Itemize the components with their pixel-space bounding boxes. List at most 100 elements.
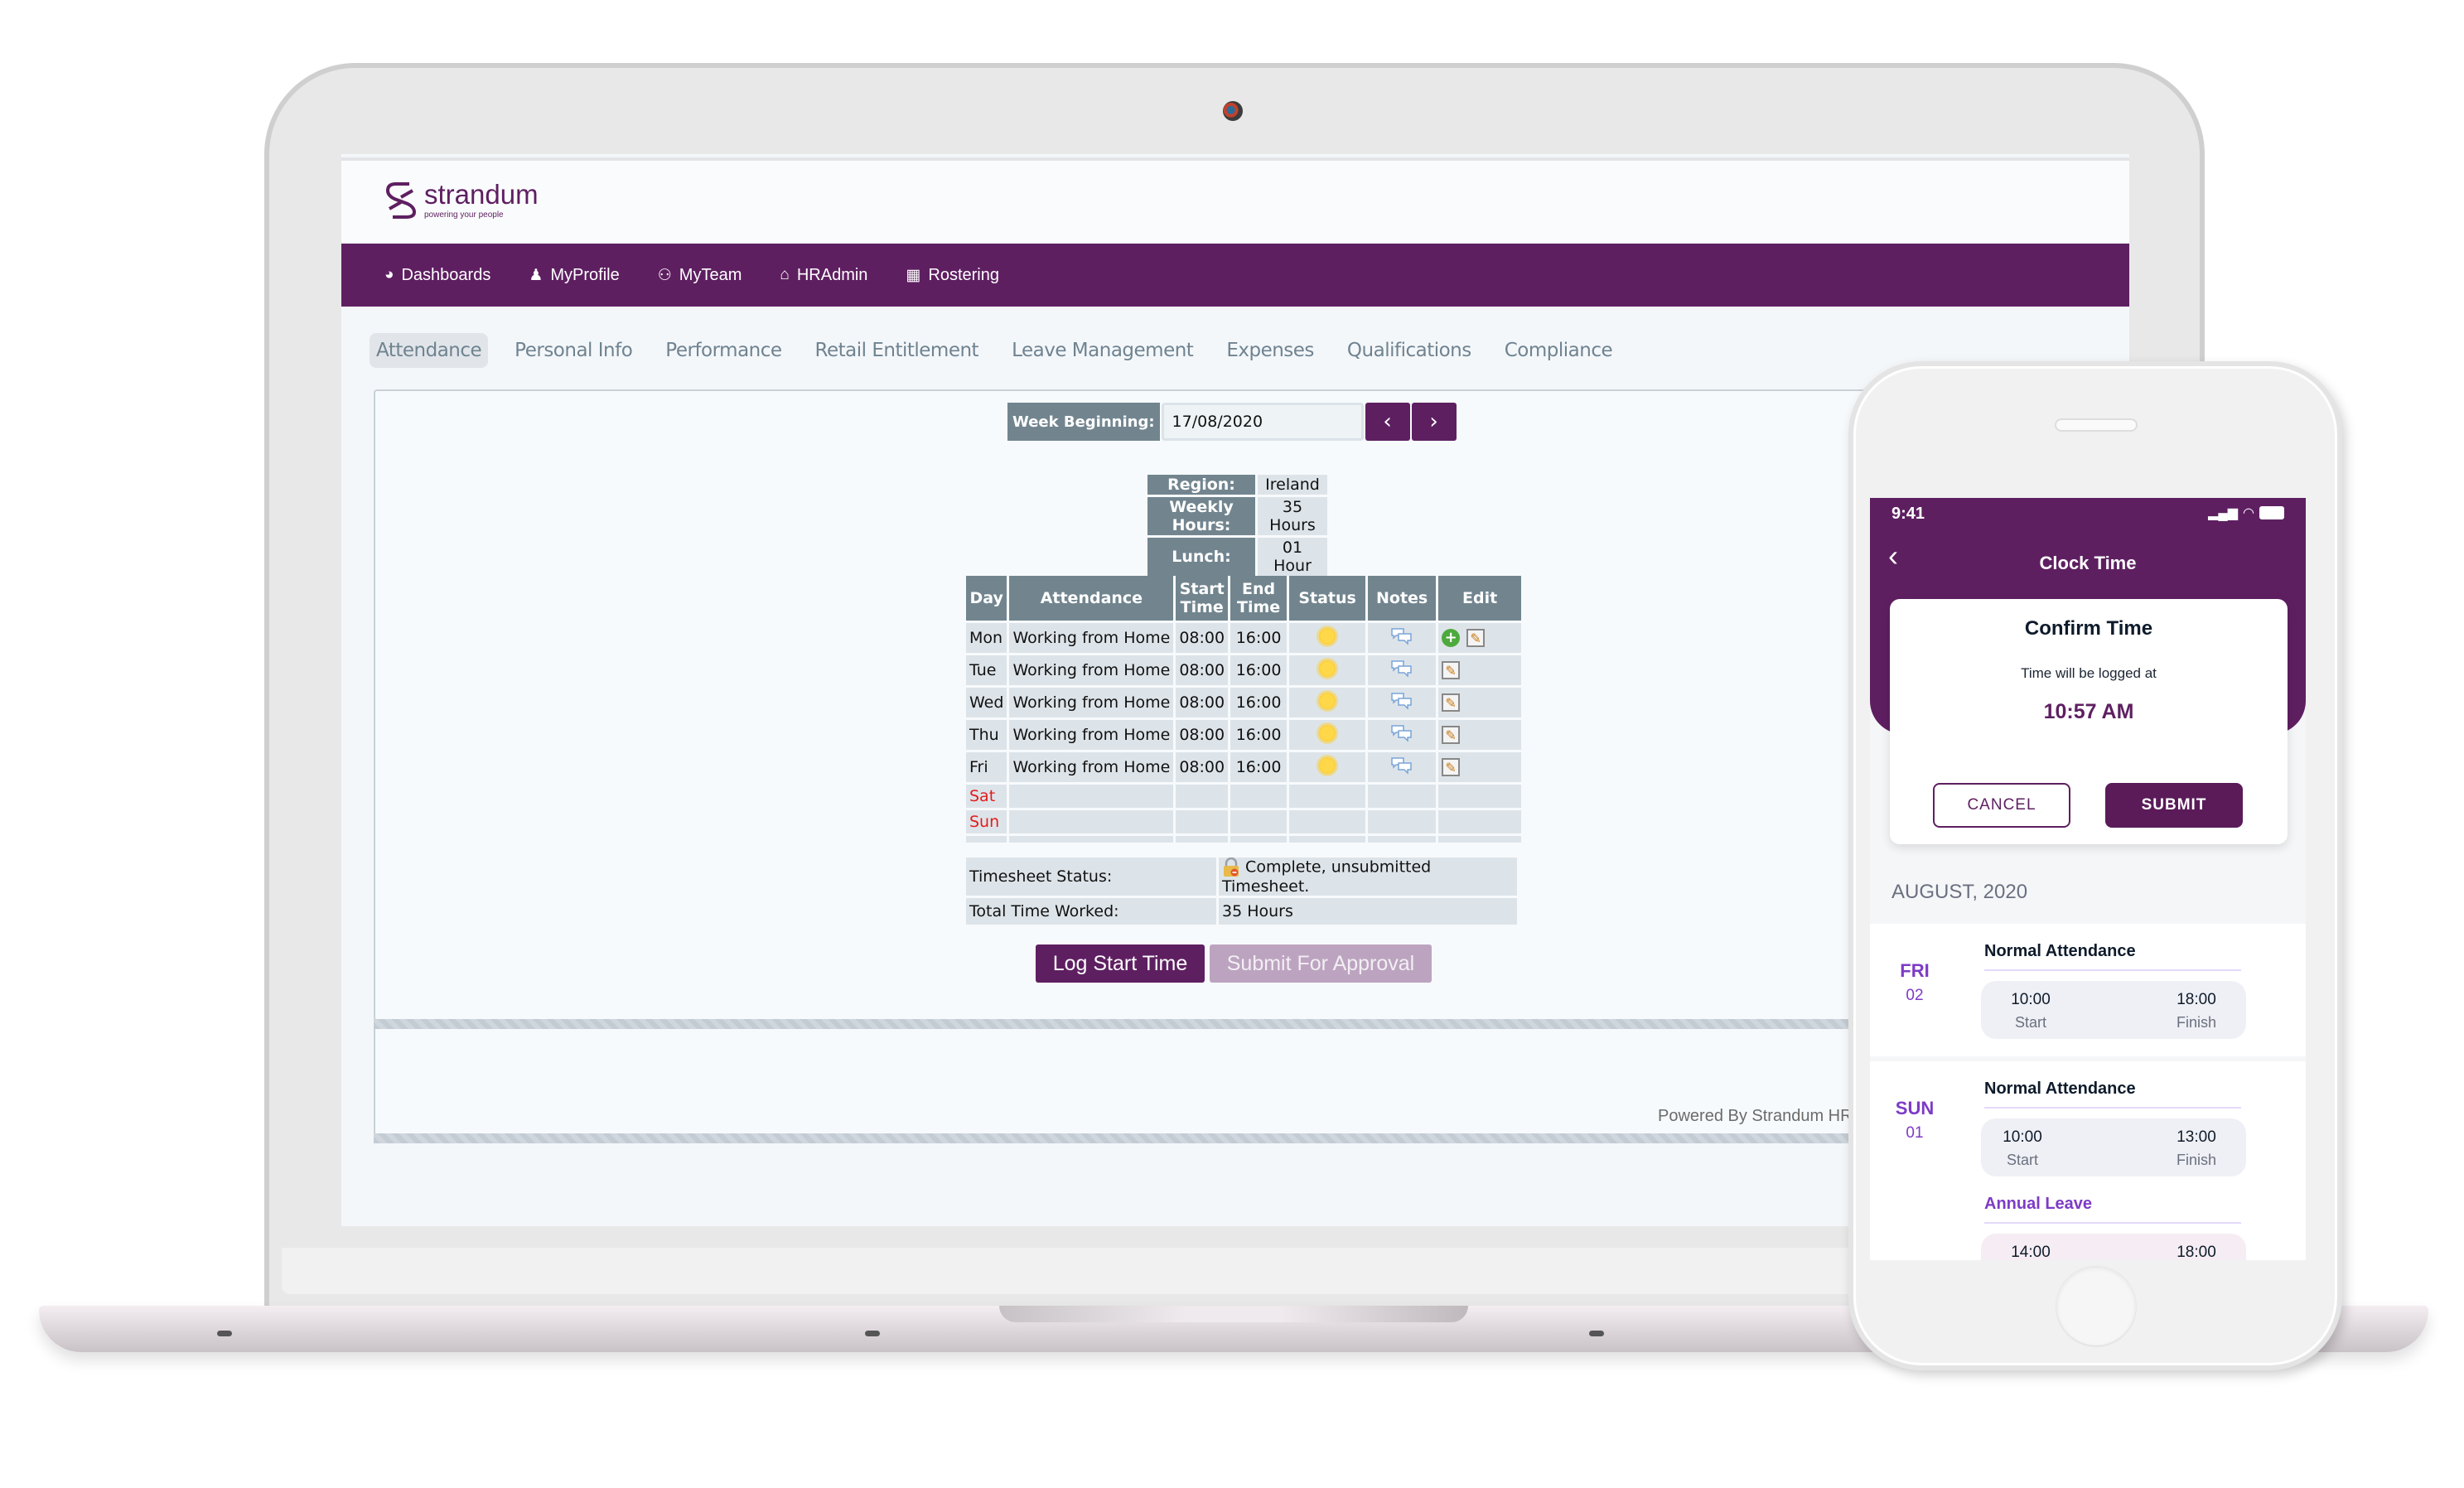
cell-day: Sat	[966, 785, 1007, 808]
cell-end: 16:00	[1230, 655, 1288, 685]
laptop-foot	[1589, 1331, 1604, 1336]
block-type: Normal Attendance	[1984, 1080, 2241, 1109]
cancel-button[interactable]: CANCEL	[1933, 783, 2070, 828]
notes-icon[interactable]	[1390, 627, 1413, 645]
user-icon: ♟	[529, 266, 544, 284]
home-button[interactable]	[2056, 1266, 2136, 1345]
summary-row: Total Time Worked: 35 Hours	[966, 898, 1517, 925]
status-sun-icon	[1319, 692, 1336, 709]
nav-dashboards[interactable]: ◕ Dashboards	[384, 266, 490, 285]
tab-performance[interactable]: Performance	[659, 333, 788, 368]
time-range: 10:00 Start 13:00 Finish	[1981, 1118, 2246, 1176]
prev-week-button[interactable]: ‹	[1365, 403, 1410, 441]
next-week-button[interactable]: ›	[1411, 403, 1457, 441]
team-icon: ⚇	[657, 266, 672, 284]
time-value: 18:00	[2177, 991, 2216, 1008]
cell-start	[1176, 810, 1229, 833]
cell-notes	[1368, 785, 1437, 808]
notes-icon[interactable]	[1390, 659, 1413, 678]
list-item[interactable]: SUN 01 Normal Attendance 10:00 Start 13:0…	[1870, 1061, 2306, 1260]
cell-start	[1176, 785, 1229, 808]
cell-day: Wed	[966, 688, 1007, 717]
nav-label: Rostering	[928, 265, 999, 284]
bank-icon: ⌂	[780, 266, 790, 283]
nav-rostering[interactable]: ▦ Rostering	[906, 266, 999, 285]
total-time-label: Total Time Worked:	[966, 898, 1216, 925]
cell-edit: ✎	[1438, 688, 1522, 717]
confirm-time-dialog: Confirm Time Time will be logged at 10:5…	[1890, 599, 2288, 844]
cell-day: Tue	[966, 655, 1007, 685]
cell-end: 16:00	[1230, 623, 1288, 653]
submit-button[interactable]: SUBMIT	[2105, 783, 2243, 828]
nav-myteam[interactable]: ⚇ MyTeam	[658, 266, 742, 285]
cell-attendance: Working from Home	[1009, 688, 1174, 717]
edit-icon[interactable]: ✎	[1442, 726, 1461, 745]
cell-start: 08:00	[1176, 655, 1229, 685]
cell-edit	[1438, 810, 1522, 833]
col-attendance: Attendance	[1009, 576, 1174, 621]
status-time: 9:41	[1891, 505, 1925, 523]
cell-attendance: Working from Home	[1009, 623, 1174, 653]
tab-expenses[interactable]: Expenses	[1220, 333, 1321, 368]
log-start-time-button[interactable]: Log Start Time	[1036, 944, 1205, 983]
cell-start: 08:00	[1176, 752, 1229, 782]
cell-end: 16:00	[1230, 752, 1288, 782]
edit-icon[interactable]: ✎	[1442, 661, 1461, 680]
info-value: Ireland	[1258, 475, 1327, 495]
time-label: Finish	[2176, 1014, 2216, 1031]
cell-start: 08:00	[1176, 720, 1229, 750]
nav-label: HRAdmin	[796, 265, 868, 284]
tab-retail-entitlement[interactable]: Retail Entitlement	[809, 333, 986, 368]
timesheet-status-label: Timesheet Status:	[966, 858, 1216, 896]
day-date: 02	[1906, 987, 1924, 1004]
notes-icon[interactable]	[1390, 724, 1413, 742]
table-row: Sat	[966, 785, 1522, 808]
notes-icon[interactable]	[1390, 692, 1413, 710]
week-date-input[interactable]: 17/08/2020	[1161, 403, 1364, 441]
add-icon[interactable]: +	[1442, 629, 1461, 648]
col-start-time: Start Time	[1176, 576, 1229, 621]
laptop-notch	[999, 1306, 1468, 1322]
time-value: 13:00	[2177, 1128, 2216, 1146]
divider	[374, 1019, 1882, 1029]
edit-icon[interactable]: ✎	[1466, 629, 1486, 648]
cell-status	[1289, 785, 1366, 808]
table-row: Wed Working from Home 08:00 16:00 ✎	[966, 688, 1522, 717]
table-spacer-row	[966, 836, 1522, 843]
nav-label: Dashboards	[401, 265, 491, 284]
signal-icon: ▂▄▆	[2208, 506, 2239, 520]
edit-icon[interactable]: ✎	[1442, 693, 1461, 713]
dialog-buttons: CANCEL SUBMIT	[1933, 783, 2243, 828]
logo-bar: strandum powering your people	[341, 157, 2129, 242]
nav-hradmin[interactable]: ⌂ HRAdmin	[780, 266, 867, 285]
submit-for-approval-button[interactable]: Submit For Approval	[1210, 944, 1432, 983]
info-key: Region:	[1147, 475, 1255, 495]
strandum-logo[interactable]: strandum powering your people	[384, 179, 539, 220]
divider	[374, 1133, 1882, 1143]
tab-personal-info[interactable]: Personal Info	[508, 333, 639, 368]
status-sun-icon	[1319, 756, 1336, 774]
table-row: Sun	[966, 810, 1522, 833]
cell-end	[1230, 785, 1288, 808]
tab-compliance[interactable]: Compliance	[1498, 333, 1619, 368]
cell-day: Mon	[966, 623, 1007, 653]
tab-leave-management[interactable]: Leave Management	[1005, 333, 1200, 368]
month-heading: AUGUST, 2020	[1891, 881, 2028, 903]
cell-day: Sun	[966, 810, 1007, 833]
notes-icon[interactable]	[1390, 756, 1413, 775]
day-name: FRI	[1900, 960, 1930, 981]
screen-title: Clock Time	[2039, 553, 2137, 573]
cell-edit: + ✎	[1438, 623, 1522, 653]
list-item[interactable]: FRI 02 Normal Attendance 10:00 Start 18:0…	[1870, 924, 2306, 1056]
cell-end	[1230, 810, 1288, 833]
attendance-table: Day Attendance Start Time End Time Statu…	[964, 573, 1524, 845]
cell-edit: ✎	[1438, 655, 1522, 685]
tab-attendance[interactable]: Attendance	[370, 333, 489, 368]
cell-status	[1289, 720, 1366, 750]
cell-attendance	[1009, 810, 1174, 833]
edit-icon[interactable]: ✎	[1442, 758, 1461, 777]
nav-myprofile[interactable]: ♟ MyProfile	[529, 266, 619, 285]
dialog-title: Confirm Time	[2024, 617, 2153, 640]
cell-day: Fri	[966, 752, 1007, 782]
tab-qualifications[interactable]: Qualifications	[1341, 333, 1478, 368]
